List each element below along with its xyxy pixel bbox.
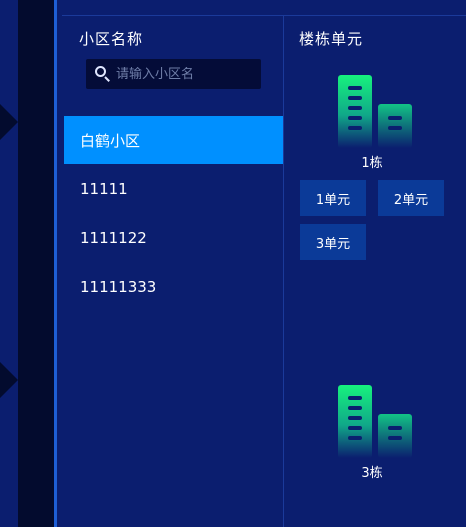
community-search-box[interactable] xyxy=(86,59,261,89)
community-item-label: 11111333 xyxy=(80,278,157,296)
side-rail-track xyxy=(18,0,54,527)
unit-button[interactable]: 2单元 xyxy=(378,180,444,216)
building-icon xyxy=(338,385,412,458)
panel-divider xyxy=(283,16,284,527)
community-item[interactable]: 白鹤小区 xyxy=(64,116,283,164)
building-group[interactable]: 3栋 xyxy=(332,382,412,481)
building-label: 3栋 xyxy=(361,466,383,481)
community-item-label: 白鹤小区 xyxy=(80,131,141,150)
building-panel-title: 楼栋单元 xyxy=(299,30,364,48)
rail-notch-top xyxy=(0,104,18,140)
community-item[interactable]: 11111333 xyxy=(64,263,283,311)
rail-notch-bottom xyxy=(0,362,18,398)
community-item-label: 11111 xyxy=(80,180,128,198)
side-rail-edge xyxy=(54,0,57,527)
community-search-input[interactable] xyxy=(116,66,256,82)
building-group[interactable]: 1栋 xyxy=(332,72,412,171)
building-label: 1栋 xyxy=(361,156,383,171)
community-item[interactable]: 1111122 xyxy=(64,214,283,262)
community-panel-title: 小区名称 xyxy=(79,30,144,48)
community-item[interactable]: 11111 xyxy=(64,165,283,213)
unit-button[interactable]: 3单元 xyxy=(300,224,366,260)
building-icon xyxy=(338,75,412,148)
unit-button[interactable]: 1单元 xyxy=(300,180,366,216)
search-icon xyxy=(94,65,112,83)
panel-top-border xyxy=(62,15,466,16)
community-item-label: 1111122 xyxy=(80,229,147,247)
